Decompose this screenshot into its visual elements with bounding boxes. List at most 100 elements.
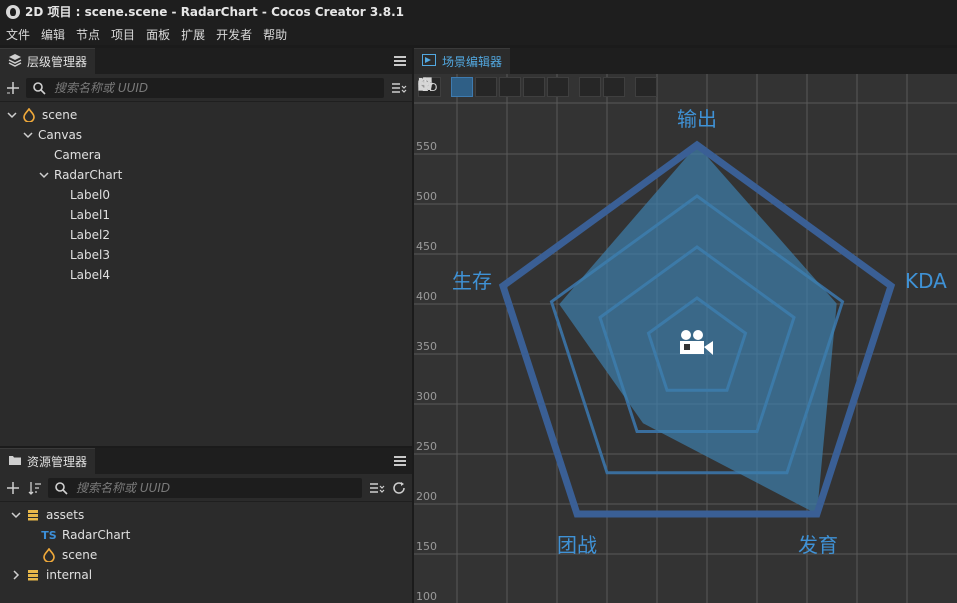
- assets-tree: assets TS RadarChart scene internal: [0, 502, 412, 585]
- tree-row-label: scene: [62, 548, 98, 562]
- list-view-icon[interactable]: [368, 479, 386, 497]
- chevron-down-icon[interactable]: [38, 170, 50, 180]
- local-global-icon[interactable]: [418, 77, 626, 97]
- add-node-icon[interactable]: [4, 79, 22, 97]
- add-asset-icon[interactable]: [4, 479, 22, 497]
- chevron-down-icon[interactable]: [22, 130, 34, 140]
- assets-search[interactable]: [48, 477, 362, 498]
- folder-db-icon: [26, 508, 40, 522]
- tree-row-label: Canvas: [38, 128, 83, 142]
- assets-toolbar: [0, 474, 412, 502]
- tree-row-label: Label1: [70, 208, 111, 222]
- tree-row[interactable]: Camera: [0, 145, 412, 165]
- tree-row-label: assets: [46, 508, 85, 522]
- tree-row-label: RadarChart: [54, 168, 123, 182]
- tab-hierarchy[interactable]: 层级管理器: [0, 48, 96, 74]
- menu-node[interactable]: 节点: [76, 26, 100, 43]
- folder-icon: [8, 454, 22, 469]
- snap-magnet-icon[interactable]: [420, 77, 570, 97]
- menu-panel[interactable]: 面板: [146, 26, 170, 43]
- rotate-tool-icon[interactable]: [419, 77, 498, 97]
- tree-row-label: Camera: [54, 148, 102, 162]
- tab-scene-editor[interactable]: 场景编辑器: [414, 48, 511, 74]
- scene-tabbar: 场景编辑器: [414, 48, 957, 74]
- tab-assets-label: 资源管理器: [27, 455, 88, 469]
- menu-edit[interactable]: 编辑: [41, 26, 65, 43]
- tree-row[interactable]: Canvas: [0, 125, 412, 145]
- chevron-right-icon[interactable]: [10, 570, 22, 580]
- tree-row[interactable]: Label4: [0, 265, 412, 285]
- tree-row[interactable]: internal: [0, 565, 412, 585]
- y-ruler-label: 450: [416, 240, 437, 253]
- radar-axis-label: 团战: [557, 533, 597, 557]
- menu-bar: 文件 编辑 节点 项目 面板 扩展 开发者 帮助: [0, 23, 957, 45]
- y-ruler-label: 100: [416, 590, 437, 603]
- rect-tool-icon[interactable]: [419, 77, 546, 97]
- tree-row-label: scene: [42, 108, 78, 122]
- scene-canvas[interactable]: 550 500 450 400 350 300 250 200 150 100 输出 KDA 发育 团战 生…: [414, 74, 957, 603]
- pivot-icon[interactable]: [419, 77, 602, 97]
- tab-assets[interactable]: 资源管理器: [0, 448, 96, 474]
- y-ruler-label: 550: [416, 140, 437, 153]
- hierarchy-tree: scene Canvas Camera RadarChart Label0 Label1 L…: [0, 102, 412, 285]
- tree-row-label: Label4: [70, 268, 111, 282]
- tab-hierarchy-label: 层级管理器: [27, 55, 88, 69]
- tree-row[interactable]: TS RadarChart: [0, 525, 412, 545]
- radar-axis-label: 发育: [798, 533, 838, 557]
- tree-row-label: Label3: [70, 248, 111, 262]
- menu-extension[interactable]: 扩展: [181, 26, 205, 43]
- ts-icon: TS: [41, 528, 57, 542]
- hierarchy-search[interactable]: [26, 77, 384, 98]
- chevron-down-icon[interactable]: [10, 510, 22, 520]
- assets-search-input[interactable]: [76, 480, 362, 495]
- y-ruler-label: 250: [416, 440, 437, 453]
- window-title: 2D 项目 : scene.scene - RadarChart - Cocos…: [25, 5, 405, 19]
- y-ruler-label: 200: [416, 490, 437, 503]
- cocos-scene-icon: [22, 108, 36, 122]
- y-ruler-label: 350: [416, 340, 437, 353]
- tree-row-label: Label2: [70, 228, 111, 242]
- assets-tabbar: 资源管理器: [0, 448, 412, 474]
- scene-editor-icon: [422, 54, 436, 69]
- tree-row-label: internal: [46, 568, 93, 582]
- hierarchy-menu-icon[interactable]: [394, 56, 406, 66]
- align-tools-icon[interactable]: [419, 77, 658, 97]
- scene-editor-panel: 场景编辑器 550 500 450 400 350 300 250 200 150 100 输出 KD…: [414, 48, 957, 603]
- y-ruler-label: 500: [416, 190, 437, 203]
- tree-row[interactable]: Label0: [0, 185, 412, 205]
- tree-row[interactable]: Label2: [0, 225, 412, 245]
- folder-db-icon: [26, 568, 40, 582]
- tree-row[interactable]: Label1: [0, 205, 412, 225]
- sort-icon[interactable]: [26, 479, 44, 497]
- cocos-scene-icon: [42, 548, 56, 562]
- scale-tool-icon[interactable]: [418, 77, 522, 97]
- assets-panel: 资源管理器 assets TS RadarChart scene internal: [0, 448, 412, 603]
- menu-file[interactable]: 文件: [6, 26, 30, 43]
- y-ruler-label: 300: [416, 390, 437, 403]
- tree-row[interactable]: scene: [0, 105, 412, 125]
- tree-row[interactable]: scene: [0, 545, 412, 565]
- y-ruler-label: 400: [416, 290, 437, 303]
- cocos-app-icon: [6, 4, 20, 19]
- tree-row-label: RadarChart: [62, 528, 131, 542]
- radar-axis-label: 生存: [452, 269, 492, 293]
- menu-help[interactable]: 帮助: [263, 26, 287, 43]
- tree-row[interactable]: RadarChart: [0, 165, 412, 185]
- refresh-icon[interactable]: [390, 479, 408, 497]
- search-icon: [54, 481, 68, 495]
- tree-row[interactable]: assets: [0, 505, 412, 525]
- hierarchy-toolbar: [0, 74, 412, 102]
- hierarchy-tabbar: 层级管理器: [0, 48, 412, 74]
- menu-developer[interactable]: 开发者: [216, 26, 252, 43]
- hierarchy-search-input[interactable]: [54, 80, 384, 95]
- sort-list-icon[interactable]: [390, 79, 408, 97]
- menu-project[interactable]: 项目: [111, 26, 135, 43]
- tree-row[interactable]: Label3: [0, 245, 412, 265]
- gizmo-toolbar: 2D: [418, 77, 659, 97]
- radar-axis-label: KDA: [905, 269, 947, 293]
- chevron-down-icon[interactable]: [6, 110, 18, 120]
- assets-menu-icon[interactable]: [394, 456, 406, 466]
- scene-viewport[interactable]: 550 500 450 400 350 300 250 200 150 100 输出 KDA 发育 团战 生…: [414, 74, 957, 603]
- hierarchy-panel: 层级管理器 scene Canvas Camera RadarChart Label0 L…: [0, 48, 412, 446]
- move-tool-icon[interactable]: [418, 77, 474, 97]
